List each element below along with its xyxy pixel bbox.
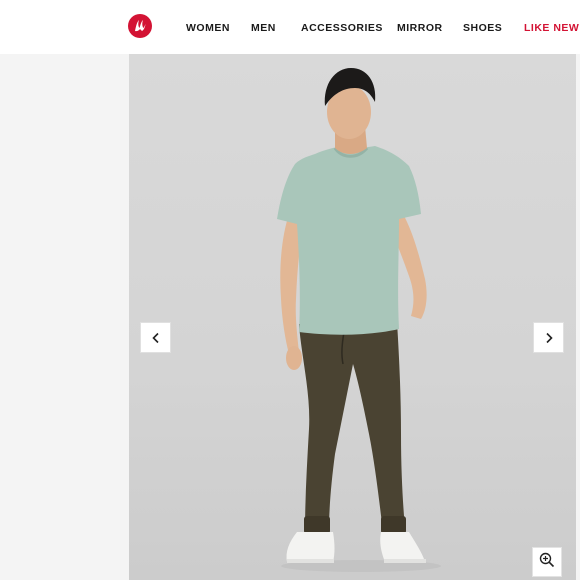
zoom-in-icon — [539, 552, 555, 573]
nav-item-mirror[interactable]: MIRROR — [397, 21, 443, 35]
nav-item-like-new[interactable]: LIKE NEW — [524, 21, 579, 35]
page-background — [0, 54, 129, 580]
page-background-right — [576, 54, 580, 580]
nav-item-women[interactable]: WOMEN — [186, 21, 230, 35]
next-image-button[interactable] — [533, 322, 564, 353]
product-image-gallery — [129, 54, 576, 580]
nav-item-shoes[interactable]: SHOES — [463, 21, 502, 35]
zoom-button[interactable] — [532, 547, 562, 577]
chevron-right-icon — [543, 332, 555, 344]
nav-item-men[interactable]: MEN — [251, 21, 276, 35]
previous-image-button[interactable] — [140, 322, 171, 353]
product-model-image — [277, 68, 441, 572]
main-nav: WOMEN MEN ACCESSORIES MIRROR SHOES LIKE … — [0, 0, 580, 54]
site-header: WOMEN MEN ACCESSORIES MIRROR SHOES LIKE … — [0, 0, 580, 54]
nav-item-accessories[interactable]: ACCESSORIES — [301, 21, 383, 35]
chevron-left-icon — [150, 332, 162, 344]
